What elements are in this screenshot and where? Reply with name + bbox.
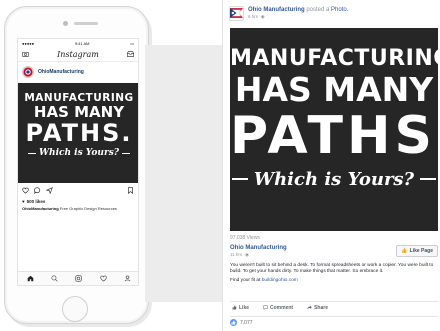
fb-find-line: Find your fit at buildingohio.com <box>230 277 298 283</box>
fb-header-text: Ohio Manufacturing posted a Photo. 6 hrs… <box>248 7 348 20</box>
app-title: Instagram <box>57 49 99 59</box>
home-icon[interactable] <box>27 275 34 282</box>
caption-username[interactable]: OhioManufacturing <box>22 206 59 211</box>
post-caption: OhioManufacturing Free Graphic Design Re… <box>18 205 138 212</box>
poster-tagline: Which is Yours? <box>253 168 415 190</box>
poster-line-3: PATHS. <box>230 106 438 166</box>
heart-icon[interactable] <box>22 187 29 194</box>
signal-icon: ●●●●● <box>22 40 35 46</box>
profile-icon[interactable] <box>124 275 131 282</box>
fb-page-name[interactable]: Ohio Manufacturing <box>248 7 305 13</box>
comment-icon[interactable] <box>34 186 41 194</box>
fb-reactions[interactable]: 7,077 <box>230 316 438 328</box>
poster-tagline-row: Which is Yours? <box>230 164 438 194</box>
poster-tagline-row: Which is Yours? <box>18 146 138 160</box>
add-icon[interactable] <box>75 275 83 282</box>
globe-icon: ·◉ <box>243 252 249 257</box>
inbox-icon[interactable] <box>127 51 134 57</box>
like-page-button[interactable]: 👍 Like Page <box>396 245 438 257</box>
share-arrow-icon <box>307 305 312 310</box>
fb-website-link[interactable]: buildingohio.com <box>262 278 298 283</box>
fb-photo-link[interactable]: Photo. <box>331 7 348 13</box>
background-card <box>145 45 223 302</box>
reaction-count: 7,077 <box>240 319 253 326</box>
status-bar: ●●●●● 9:41 AM ▭ <box>18 39 138 47</box>
poster-line-2: HAS MANY <box>234 70 434 109</box>
fb-view-count: 97,038 Views <box>230 235 260 241</box>
dash-decoration <box>231 178 248 180</box>
ohio-flag-icon <box>230 8 243 18</box>
poster-line-1: MANUFACTURING <box>230 46 438 71</box>
status-time: 9:41 AM <box>74 40 90 46</box>
instagram-screen: ●●●●● 9:41 AM ▭ Instagram OhioManufactur… <box>17 38 139 286</box>
fb-post-body: You weren't built to sit behind a desk. … <box>230 263 434 275</box>
avatar[interactable] <box>22 65 34 78</box>
ohio-flag-icon <box>23 66 33 77</box>
like-reaction-icon <box>230 319 237 326</box>
fb-page-title[interactable]: Ohio Manufacturing <box>230 245 287 251</box>
dash-decoration <box>122 152 131 154</box>
poster-line-2: HAS MANY <box>33 103 125 121</box>
fb-page-time: 11 hrs ·◉ <box>230 252 249 257</box>
instagram-post-image[interactable]: MANUFACTURING HAS MANY PATHS. Which is Y… <box>18 83 138 183</box>
heart-small-icon: ♥ <box>22 198 25 204</box>
poster-tagline: Which is Yours? <box>38 148 120 158</box>
phone-camera <box>63 21 68 26</box>
bookmark-icon[interactable] <box>127 186 134 194</box>
post-actions <box>18 183 138 197</box>
search-icon[interactable] <box>51 275 58 282</box>
post-header[interactable]: OhioManufacturing <box>18 62 138 81</box>
thumbs-up-icon <box>232 305 237 310</box>
camera-icon[interactable] <box>22 51 29 57</box>
phone-frame: ●●●●● 9:41 AM ▭ Instagram OhioManufactur… <box>4 6 149 324</box>
caption-text: Free Graphic Design Resources <box>59 206 117 211</box>
phone-speaker <box>74 22 98 25</box>
facebook-post: Ohio Manufacturing posted a Photo. 6 hrs… <box>222 0 440 331</box>
username[interactable]: OhioManufacturing <box>38 69 84 75</box>
likes-count[interactable]: ♥ 500 likes <box>18 197 138 205</box>
fb-action-bar: Like Comment Share <box>230 301 438 313</box>
tab-bar <box>18 271 138 285</box>
share-icon[interactable] <box>46 186 53 194</box>
phone-home-button <box>62 296 88 322</box>
dash-decoration <box>27 152 36 154</box>
thumbs-up-icon: 👍 <box>401 248 408 254</box>
globe-icon: ·◉ <box>259 13 265 19</box>
dash-decoration <box>420 178 437 180</box>
activity-icon[interactable] <box>100 275 107 282</box>
fb-avatar[interactable] <box>229 5 244 21</box>
fb-video-info: Ohio Manufacturing 11 hrs ·◉ 👍 Like Page… <box>230 245 438 284</box>
share-button[interactable]: Share <box>307 305 328 311</box>
fb-post-text: You weren't built to sit behind a desk. … <box>230 263 438 284</box>
like-button[interactable]: Like <box>232 305 249 311</box>
comment-button[interactable]: Comment <box>263 305 293 311</box>
fb-posted-text: posted a <box>306 6 330 13</box>
poster-line-3: PATHS. <box>25 119 133 147</box>
fb-timestamp[interactable]: 6 hrs ·◉ <box>248 14 348 20</box>
fb-name-line: Ohio Manufacturing posted a Photo. <box>248 7 348 13</box>
fb-post-image[interactable]: MANUFACTURING HAS MANY PATHS. Which is Y… <box>230 28 438 231</box>
battery-icon: ▭ <box>130 40 134 46</box>
instagram-header: Instagram <box>18 47 138 62</box>
fb-post-header: Ohio Manufacturing posted a Photo. 6 hrs… <box>223 0 440 26</box>
comment-icon <box>263 305 268 310</box>
